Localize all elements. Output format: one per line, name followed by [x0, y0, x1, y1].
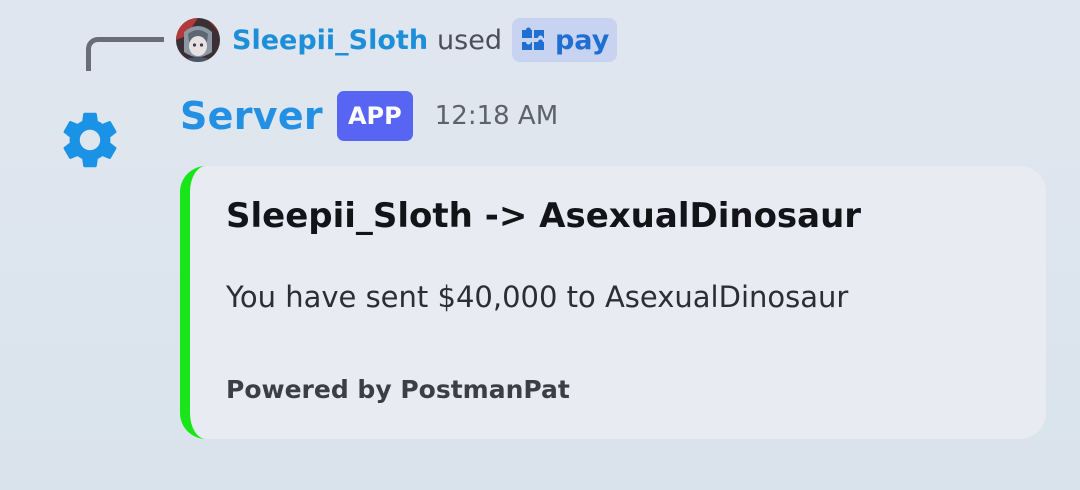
command-mention[interactable]: pay — [511, 18, 618, 62]
reply-action-text: used — [437, 24, 502, 56]
embed-description: You have sent $40,000 to AsexualDinosaur — [226, 280, 849, 314]
reply-reference[interactable]: Sleepii_Sloth used pay — [176, 14, 618, 66]
embed-footer: Powered by PostmanPat — [226, 375, 570, 404]
puzzle-icon — [521, 27, 544, 50]
timestamp: 12:18 AM — [434, 101, 559, 131]
author-name[interactable]: Server — [180, 94, 323, 138]
reply-connector — [86, 37, 164, 71]
user-avatar[interactable] — [176, 18, 220, 62]
app-badge: APP — [336, 91, 413, 141]
bot-avatar[interactable] — [56, 106, 124, 174]
message-header: Server APP 12:18 AM — [180, 86, 558, 146]
embed-title: Sleepii_Sloth -> AsexualDinosaur — [226, 196, 862, 236]
command-name: pay — [554, 24, 610, 56]
reply-username[interactable]: Sleepii_Sloth — [232, 25, 428, 56]
message-embed: Sleepii_Sloth -> AsexualDinosaur You hav… — [180, 166, 1046, 439]
gear-icon — [63, 112, 117, 168]
